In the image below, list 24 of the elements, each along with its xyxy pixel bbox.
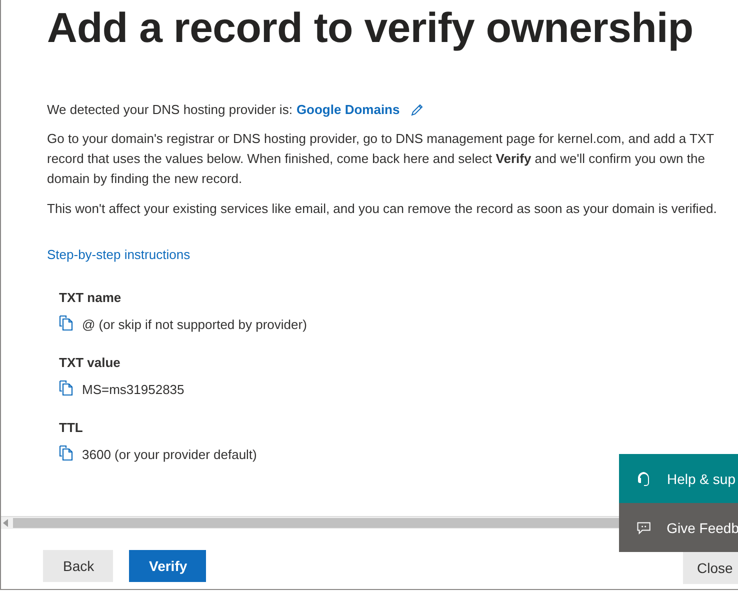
back-button[interactable]: Back: [43, 550, 113, 582]
copy-icon[interactable]: [59, 380, 73, 396]
copy-icon[interactable]: [59, 315, 73, 331]
close-button[interactable]: Close: [683, 552, 738, 584]
help-support-button[interactable]: Help & sup: [619, 454, 738, 503]
instructions-link[interactable]: Step-by-step instructions: [47, 247, 190, 262]
record-label: TXT value: [59, 355, 120, 370]
provider-name: Google Domains: [296, 102, 400, 117]
edit-icon[interactable]: [410, 102, 424, 116]
scrollbar-thumb[interactable]: [13, 518, 619, 528]
provider-text: We detected your DNS hosting provider is:: [47, 102, 292, 117]
verify-button[interactable]: Verify: [129, 550, 206, 582]
record-value: @ (or skip if not supported by provider): [82, 316, 307, 332]
chat-icon: [637, 520, 651, 536]
copy-icon[interactable]: [59, 445, 73, 461]
record-label: TXT name: [59, 290, 122, 305]
feedback-button[interactable]: Give Feedb: [619, 503, 738, 552]
record-value: 3600 (or your provider default): [82, 446, 257, 462]
instruction-paragraph: Go to your domain's registrar or DNS hosting provider, go to DNS management page for kernel.com, and add a TXT record that uses the values below. When finished, come back here and select Verify and we'll confirm you own the domain by finding the new record.: [47, 130, 715, 188]
record-value: MS=ms31952835: [82, 381, 184, 397]
page-title: Add a record to verify ownership: [47, 3, 694, 53]
headset-icon: [637, 470, 651, 486]
record-label: TTL: [59, 420, 83, 435]
instruction-paragraph: This won't affect your existing services like email, and you can remove the record as soon as your domain is verified.: [47, 200, 718, 218]
